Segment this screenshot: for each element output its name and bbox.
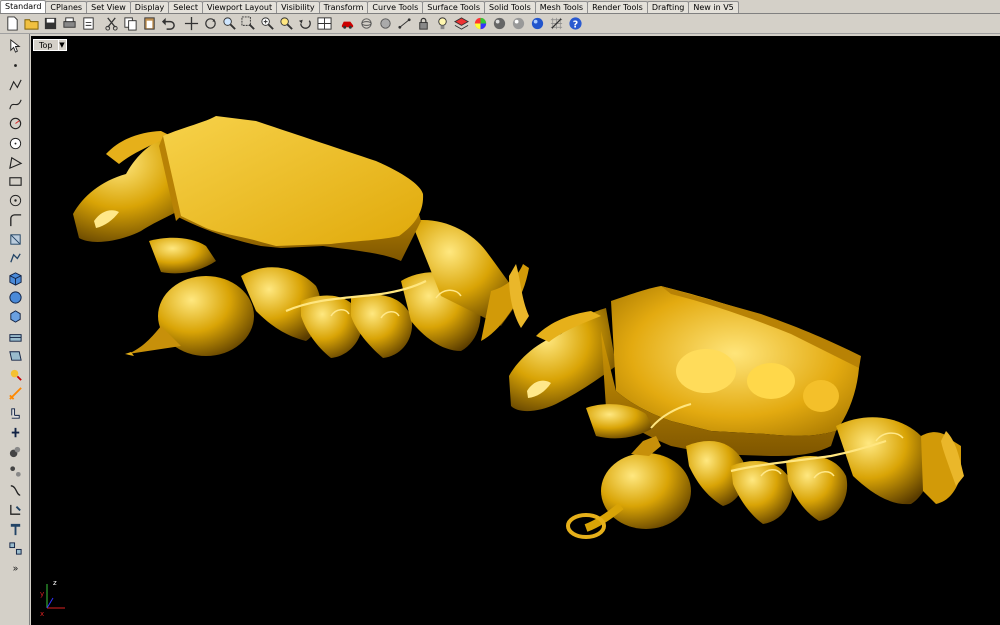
dimension-icon[interactable] bbox=[5, 385, 25, 402]
render-sphere-icon[interactable] bbox=[490, 15, 509, 33]
transform-icon[interactable] bbox=[5, 231, 25, 248]
select-arrow-icon[interactable] bbox=[5, 38, 25, 55]
zoom-window-icon[interactable] bbox=[239, 15, 258, 33]
open-folder-icon[interactable] bbox=[22, 15, 41, 33]
axis-y-label: y bbox=[40, 590, 44, 598]
new-file-icon[interactable] bbox=[3, 15, 22, 33]
tab-drafting[interactable]: Drafting bbox=[646, 1, 690, 13]
tab-select[interactable]: Select bbox=[168, 1, 203, 13]
polyline-icon[interactable] bbox=[5, 77, 25, 94]
snap-icon[interactable] bbox=[5, 501, 25, 518]
left-tool-palette: » bbox=[0, 34, 30, 625]
tab-surface-tools[interactable]: Surface Tools bbox=[422, 1, 486, 13]
points-on-icon[interactable] bbox=[395, 15, 414, 33]
world-axes-icon: z y x bbox=[40, 579, 65, 616]
extrude-icon[interactable] bbox=[5, 250, 25, 267]
right-beast-2 bbox=[731, 461, 793, 524]
tab-cplanes[interactable]: CPlanes bbox=[45, 1, 88, 13]
left-beast-3 bbox=[351, 294, 413, 358]
tab-curve-tools[interactable]: Curve Tools bbox=[367, 1, 424, 13]
copy-icon[interactable] bbox=[121, 15, 140, 33]
cut-icon[interactable] bbox=[102, 15, 121, 33]
right-model[interactable] bbox=[509, 286, 964, 539]
undo-view-icon[interactable] bbox=[296, 15, 315, 33]
curve-edit-icon[interactable] bbox=[5, 192, 25, 209]
light-icon[interactable] bbox=[5, 366, 25, 383]
join-icon[interactable] bbox=[5, 443, 25, 460]
mesh-icon[interactable] bbox=[5, 328, 25, 345]
svg-text:?: ? bbox=[573, 19, 578, 30]
axis-z-label: z bbox=[53, 579, 57, 587]
toolbar-tab-strip: Standard CPlanes Set View Display Select View… bbox=[0, 0, 1000, 14]
array-icon[interactable] bbox=[5, 521, 25, 538]
rectangle-icon[interactable] bbox=[5, 154, 25, 171]
surface-icon[interactable] bbox=[5, 289, 25, 306]
fillet-icon[interactable] bbox=[5, 212, 25, 229]
tab-standard[interactable]: Standard bbox=[0, 0, 47, 13]
tab-solid-tools[interactable]: Solid Tools bbox=[484, 1, 536, 13]
viewport-top[interactable]: Top ▼ z y x bbox=[31, 36, 1000, 625]
standard-toolbar: ? bbox=[0, 14, 1000, 34]
save-icon[interactable] bbox=[41, 15, 60, 33]
boolean-icon[interactable] bbox=[5, 405, 25, 422]
point-icon[interactable] bbox=[5, 57, 25, 74]
shaded-icon[interactable] bbox=[376, 15, 395, 33]
viewport-name[interactable]: Top bbox=[33, 39, 58, 51]
right-beast-3 bbox=[786, 456, 848, 521]
solid-icon[interactable] bbox=[5, 308, 25, 325]
environment-icon[interactable] bbox=[528, 15, 547, 33]
light-bulb-icon[interactable] bbox=[433, 15, 452, 33]
layer-icon[interactable] bbox=[452, 15, 471, 33]
zoom-dynamic-icon[interactable] bbox=[220, 15, 239, 33]
pan-icon[interactable] bbox=[182, 15, 201, 33]
group-icon[interactable] bbox=[5, 424, 25, 441]
left-model[interactable] bbox=[73, 116, 529, 358]
wireframe-icon[interactable] bbox=[357, 15, 376, 33]
tab-viewport-layout[interactable]: Viewport Layout bbox=[201, 1, 278, 13]
arc-icon[interactable] bbox=[5, 135, 25, 152]
scene-canvas bbox=[73, 116, 964, 539]
import-icon[interactable] bbox=[79, 15, 98, 33]
zoom-selected-icon[interactable] bbox=[277, 15, 296, 33]
help-icon[interactable]: ? bbox=[566, 15, 585, 33]
move-icon[interactable] bbox=[5, 463, 25, 480]
viewport-title[interactable]: Top ▼ bbox=[33, 39, 67, 51]
right-beast-4 bbox=[836, 417, 930, 505]
rhino-window: Standard CPlanes Set View Display Select View… bbox=[0, 0, 1000, 625]
tab-render-tools[interactable]: Render Tools bbox=[587, 1, 648, 13]
rotate-view-icon[interactable] bbox=[201, 15, 220, 33]
lock-icon[interactable] bbox=[414, 15, 433, 33]
tab-visibility[interactable]: Visibility bbox=[276, 1, 320, 13]
tab-mesh-tools[interactable]: Mesh Tools bbox=[534, 1, 589, 13]
text-icon[interactable] bbox=[5, 482, 25, 499]
axis-x-label: x bbox=[40, 610, 44, 616]
box-icon[interactable] bbox=[5, 270, 25, 287]
tab-new-in-v5[interactable]: New in V5 bbox=[688, 1, 739, 13]
paste-icon[interactable] bbox=[140, 15, 159, 33]
circle-icon[interactable] bbox=[5, 115, 25, 132]
car-icon[interactable] bbox=[338, 15, 357, 33]
tab-set-view[interactable]: Set View bbox=[86, 1, 131, 13]
material-icon[interactable] bbox=[509, 15, 528, 33]
render-icon[interactable] bbox=[5, 540, 25, 557]
four-viewports-icon[interactable] bbox=[315, 15, 334, 33]
curve-icon[interactable] bbox=[5, 96, 25, 113]
right-teapot-body bbox=[601, 453, 691, 529]
undo-icon[interactable] bbox=[159, 15, 178, 33]
viewport-dropdown-icon[interactable]: ▼ bbox=[57, 39, 67, 51]
svg-text:»: » bbox=[12, 563, 18, 574]
zoom-extents-icon[interactable] bbox=[258, 15, 277, 33]
more-icon[interactable]: » bbox=[5, 559, 25, 576]
grid-snap-icon[interactable] bbox=[547, 15, 566, 33]
polygon-icon[interactable] bbox=[5, 173, 25, 190]
print-icon[interactable] bbox=[60, 15, 79, 33]
tab-transform[interactable]: Transform bbox=[318, 1, 369, 13]
color-wheel-icon[interactable] bbox=[471, 15, 490, 33]
explode-icon[interactable] bbox=[5, 347, 25, 364]
tab-display[interactable]: Display bbox=[129, 1, 170, 13]
